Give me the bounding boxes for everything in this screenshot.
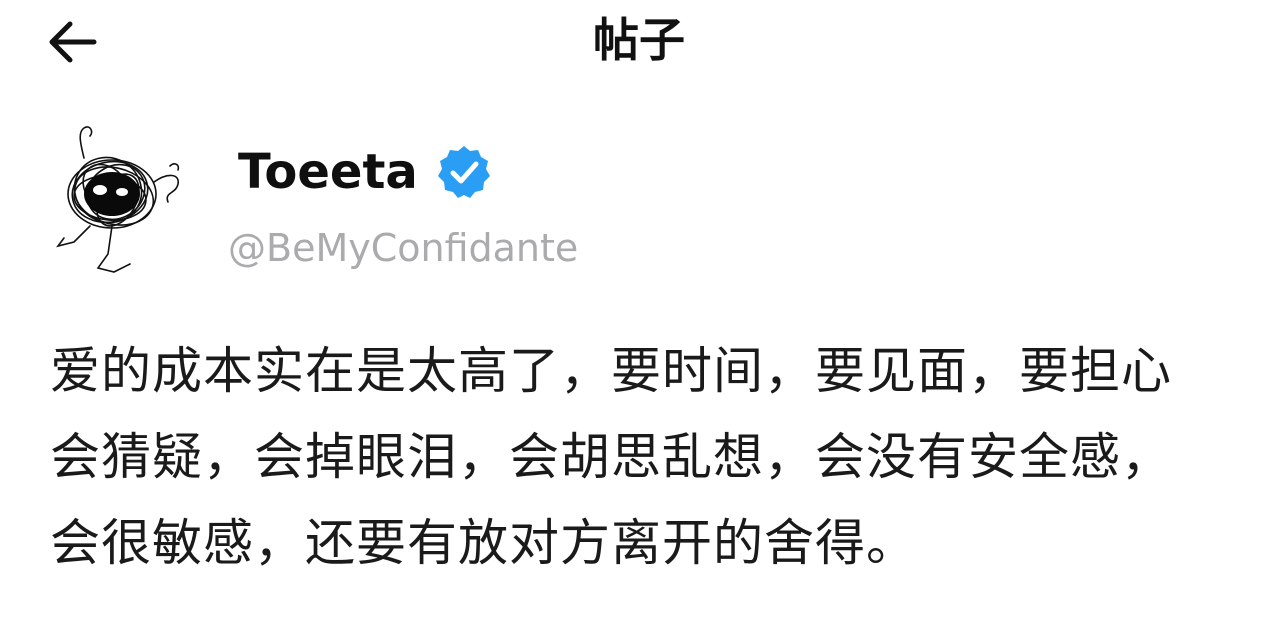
author-handle[interactable]: @BeMyConfidante — [228, 222, 578, 274]
post-text-line: 会很敏感，还要有放对方离开的舍得。 — [50, 514, 917, 572]
post-text-line: 会猜疑，会掉眼泪，会胡思乱想，会没有安全感， — [50, 428, 1172, 486]
page-title: 帖子 — [593, 13, 685, 67]
top-bar: 帖子 — [0, 0, 1278, 84]
author-header: Toeeta @BeMyConfidante — [50, 122, 750, 282]
post-text-line: 爱的成本实在是太高了，要时间，要见面，要担心 — [50, 342, 1172, 400]
avatar[interactable] — [50, 122, 190, 274]
author-display-name[interactable]: Toeeta — [238, 142, 418, 202]
verified-badge-icon — [434, 142, 494, 202]
post-text: 爱的成本实在是太高了，要时间，要见面，要担心 会猜疑，会掉眼泪，会胡思乱想，会没… — [50, 328, 1240, 586]
